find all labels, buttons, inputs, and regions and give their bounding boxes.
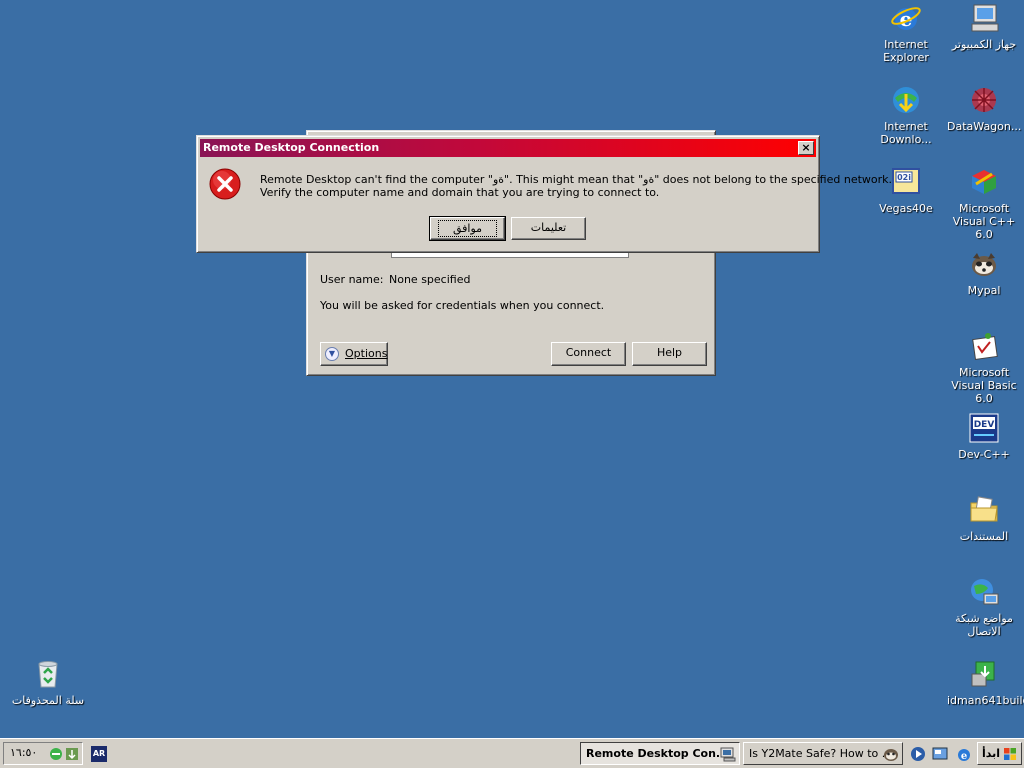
task-label: Is Y2Mate Safe? How to ... <box>749 747 893 760</box>
desktop-icon-visual-cpp[interactable]: Microsoft Visual C++ 6.0 <box>947 166 1021 241</box>
system-tray: ١٦:٥٠ <box>3 742 83 765</box>
desktop-icon-my-documents[interactable]: المستندات <box>947 494 1021 543</box>
connect-button[interactable]: Connect <box>551 342 626 366</box>
dev-cpp-icon: DEV <box>968 412 1000 444</box>
desktop-icon-network-places[interactable]: مواضع شبكة الاتصال <box>947 576 1021 638</box>
mypal-icon <box>883 746 899 762</box>
help-dialog-label: تعليمات <box>530 221 567 234</box>
windows-logo-icon <box>1002 746 1018 762</box>
desktop-icon-recycle-bin[interactable]: سلة المحذوفات <box>11 658 85 707</box>
desktop-icon-label: DataWagon... <box>947 120 1022 133</box>
desktop-icon-idm-installer[interactable]: idman641build2 <box>947 658 1024 707</box>
datawagon-icon <box>968 84 1000 116</box>
help-label: Help <box>656 346 683 359</box>
desktop-icon-mypal[interactable]: Mypal <box>947 248 1021 297</box>
task-label: Remote Desktop Con... <box>586 747 729 760</box>
credentials-note: You will be asked for credentials when y… <box>320 299 605 312</box>
svg-text:e: e <box>961 751 967 762</box>
language-indicator[interactable]: AR <box>91 746 107 762</box>
svg-text:DEV: DEV <box>974 420 995 430</box>
internet-download-manager-icon <box>890 84 922 116</box>
desktop-icon-label: Internet Downlo... <box>880 120 932 146</box>
mypal-icon <box>968 248 1000 280</box>
my-computer-icon <box>968 2 1000 34</box>
username-value: None specified <box>389 273 471 286</box>
username-label: User name: <box>320 273 384 286</box>
idm-installer-icon <box>968 658 1000 690</box>
media-player-icon[interactable] <box>910 746 926 762</box>
error-dialog[interactable]: Remote Desktop Connection × Remote Deskt… <box>196 135 892 253</box>
help-dialog-button[interactable]: تعليمات <box>511 217 586 240</box>
vegas-icon: 02i <box>890 166 922 198</box>
visual-cpp-icon <box>968 166 1000 198</box>
idm-tray-icon[interactable] <box>64 746 78 760</box>
svg-text:02i: 02i <box>897 173 911 182</box>
desktop-icon-my-computer[interactable]: جهاز الكمبيوتر <box>947 2 1021 51</box>
desktop-icon-internet-explorer[interactable]: e Internet Explorer <box>869 2 943 64</box>
desktop-icon-internet-download-manager[interactable]: Internet Downlo... <box>869 84 943 146</box>
close-icon: × <box>801 141 811 154</box>
show-desktop-icon[interactable] <box>932 746 948 762</box>
close-button[interactable]: × <box>798 141 814 155</box>
clock[interactable]: ١٦:٥٠ <box>10 746 37 759</box>
taskbar: ١٦:٥٠ AR Remote Desktop Con... Is Y2Mate… <box>0 738 1024 768</box>
my-documents-icon <box>968 494 1000 526</box>
remote-desktop-icon <box>720 746 736 762</box>
ok-label: موافق <box>437 220 498 237</box>
help-button[interactable]: Help <box>632 342 707 366</box>
recycle-bin-icon <box>32 658 64 690</box>
internet-explorer-icon[interactable]: e <box>956 746 972 762</box>
error-icon <box>209 168 241 200</box>
desktop-icon-label: Microsoft Visual Basic 6.0 <box>951 366 1017 405</box>
desktop-icon-label: Dev-C++ <box>958 448 1010 461</box>
task-browser[interactable]: Is Y2Mate Safe? How to ... <box>743 742 903 765</box>
desktop-icon-label: Microsoft Visual C++ 6.0 <box>952 202 1016 241</box>
error-dialog-titlebar[interactable]: Remote Desktop Connection × <box>200 139 816 157</box>
internet-explorer-icon: e <box>890 2 922 34</box>
options-label: Options <box>345 347 388 360</box>
desktop-icon-label: Vegas40e <box>879 202 933 215</box>
desktop-icon-label: مواضع شبكة الاتصال <box>955 612 1013 638</box>
network-places-icon <box>968 576 1000 608</box>
start-label: ابدأ <box>982 747 1001 760</box>
language-label: AR <box>92 749 106 758</box>
visual-basic-icon <box>968 330 1000 362</box>
dialog-title: Remote Desktop Connection <box>203 141 380 154</box>
start-button[interactable]: ابدأ <box>977 742 1022 765</box>
options-button[interactable]: ▼ Options <box>320 342 388 366</box>
desktop-icon-visual-basic[interactable]: Microsoft Visual Basic 6.0 <box>947 330 1021 405</box>
error-message-line2: Verify the computer name and domain that… <box>260 186 660 199</box>
connect-label: Connect <box>565 346 612 359</box>
desktop-icon-label: سلة المحذوفات <box>11 694 85 707</box>
desktop-icon-label: Internet Explorer <box>883 38 929 64</box>
desktop-icon-label: جهاز الكمبيوتر <box>951 38 1017 51</box>
error-message-line1: Remote Desktop can't find the computer "… <box>260 173 893 186</box>
desktop-icon-label: Mypal <box>967 284 1001 297</box>
ok-button[interactable]: موافق <box>429 216 506 241</box>
desktop-icon-label: المستندات <box>959 530 1009 543</box>
desktop-icon-label: idman641build2 <box>947 694 1024 707</box>
network-tray-icon[interactable] <box>48 746 62 760</box>
chevron-down-icon: ▼ <box>325 347 339 361</box>
desktop-icon-datawagon[interactable]: DataWagon... <box>947 84 1021 133</box>
task-remote-desktop[interactable]: Remote Desktop Con... <box>580 742 740 765</box>
desktop-icon-dev-cpp[interactable]: DEV Dev-C++ <box>947 412 1021 461</box>
